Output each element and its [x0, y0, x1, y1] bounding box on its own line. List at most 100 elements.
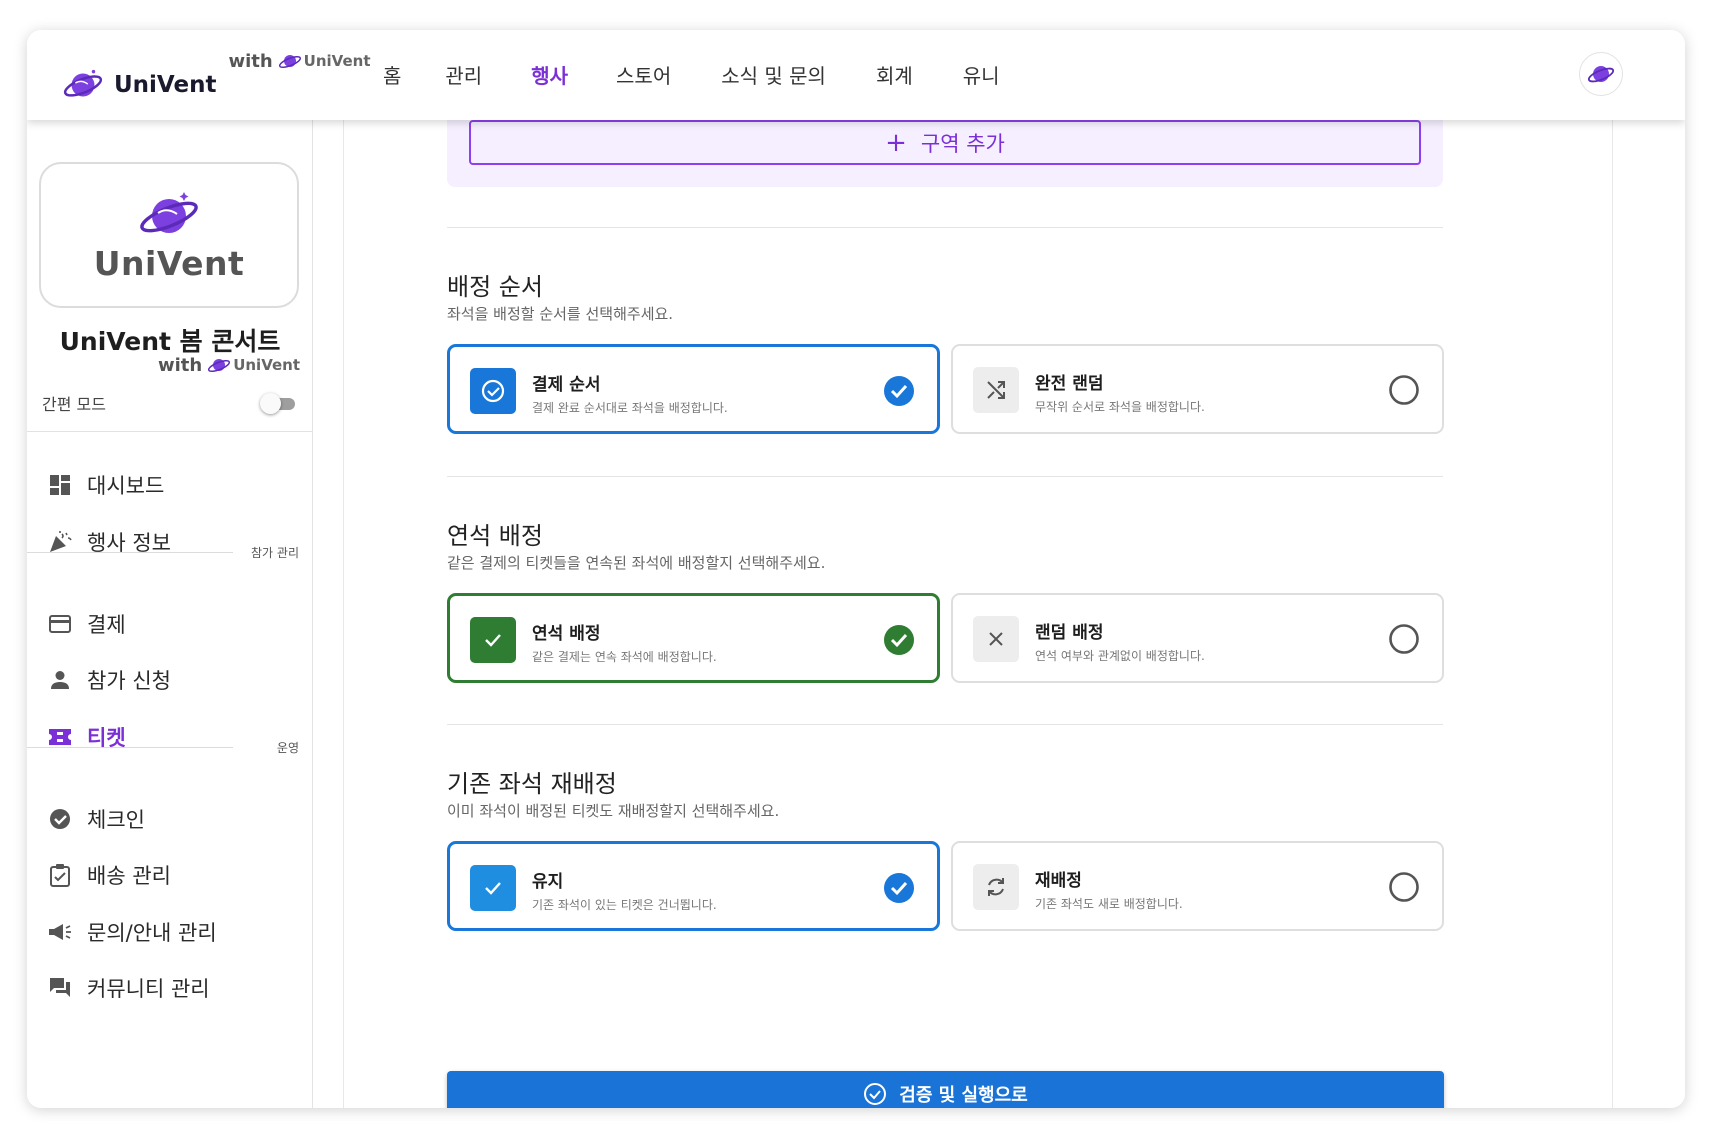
section-divider [447, 476, 1443, 477]
order-section-desc: 좌석을 배정할 순서를 선택해주세요. [447, 305, 674, 323]
toggle-knob [260, 393, 281, 414]
refresh-icon [973, 864, 1019, 910]
payment-order-icon [470, 368, 516, 414]
nav-accounting[interactable]: 회계 [876, 60, 913, 89]
event-univent-small: UniVent [233, 356, 300, 374]
add-seat-section-button[interactable]: + 구역 추가 [469, 120, 1421, 165]
option-description: 기존 좌석도 새로 배정합니다. [1035, 897, 1183, 911]
check-circle-outline-icon [864, 1083, 887, 1105]
univent-mini-logo-icon [278, 55, 301, 69]
sidebar-item-label: 체크인 [87, 808, 145, 832]
event-name: UniVent 봄 콘서트 [59, 327, 281, 356]
validate-execute-button[interactable]: 검증 및 실행으로 [447, 1071, 1444, 1108]
check-icon [470, 617, 516, 663]
section-divider [447, 724, 1443, 725]
credit-card-icon [47, 611, 73, 637]
option-contiguous[interactable]: 연석 배정 같은 결제는 연속 좌석에 배정합니다. [447, 593, 940, 683]
sidebar-item-label: 문의/안내 관리 [87, 921, 217, 945]
selected-check-icon [884, 625, 914, 655]
top-navigation-bar: UniVent with UniVent 홈 관리 행사 스토어 소식 및 문의… [27, 30, 1685, 120]
section-divider [27, 552, 233, 553]
option-full-random[interactable]: 완전 랜덤 무작위 순서로 좌석을 배정합니다. [951, 344, 1444, 434]
reassign-section-title: 기존 좌석 재배정 [447, 770, 617, 798]
univent-planet-icon [140, 192, 198, 233]
sidebar-item-label: 배송 관리 [87, 864, 171, 888]
sidebar-item-dashboard[interactable]: 대시보드 [47, 467, 164, 503]
close-icon [973, 616, 1019, 662]
section-participation: 참가 관리 [27, 544, 313, 564]
option-title: 연석 배정 [532, 624, 601, 644]
sidebar: UniVent UniVent 봄 콘서트 with UniVent 간편 모드… [27, 120, 313, 1108]
brand-with-badge: with UniVent [228, 50, 370, 72]
univent-logo-icon [63, 69, 103, 97]
option-random-assign[interactable]: 랜덤 배정 연석 여부와 관계없이 배정합니다. [951, 593, 1444, 683]
simple-mode-label: 간편 모드 [42, 395, 106, 414]
option-title: 결제 순서 [532, 375, 601, 395]
event-logo-card: UniVent [39, 162, 299, 308]
option-description: 연석 여부와 관계없이 배정합니다. [1035, 649, 1205, 663]
section-caption: 운영 [276, 741, 299, 755]
option-description: 무작위 순서로 좌석을 배정합니다. [1035, 400, 1205, 414]
sidebar-item-inquiry[interactable]: 문의/안내 관리 [47, 914, 217, 950]
option-keep[interactable]: 유지 기존 좌석이 있는 티켓은 건너뜁니다. [447, 841, 940, 931]
content-column: + 구역 추가 배정 순서 좌석을 배정할 순서를 선택해주세요. 결제 순서 … [343, 30, 1613, 1108]
event-with-text: with [157, 354, 203, 376]
radio-unselected-icon [1389, 872, 1419, 902]
nav-uni[interactable]: 유니 [963, 60, 1000, 89]
brand-with-text: with [228, 50, 273, 72]
option-title: 유지 [532, 872, 564, 892]
user-avatar[interactable] [1579, 52, 1623, 96]
sidebar-item-payment[interactable]: 결제 [47, 606, 126, 642]
brand-name: UniVent [114, 72, 217, 98]
event-with-badge: with UniVent [158, 354, 300, 376]
univent-mini-logo-icon [208, 359, 231, 373]
validate-execute-label: 검증 및 실행으로 [899, 1085, 1028, 1106]
section-divider [447, 227, 1443, 228]
main-nav: 홈 관리 행사 스토어 소식 및 문의 회계 유니 [383, 60, 1000, 89]
reassign-section-desc: 이미 좌석이 배정된 티켓도 재배정할지 선택해주세요. [447, 802, 780, 820]
option-title: 랜덤 배정 [1035, 623, 1104, 643]
nav-store[interactable]: 스토어 [616, 60, 671, 89]
simple-mode-row: 간편 모드 [42, 388, 298, 418]
sidebar-item-label: 결제 [87, 613, 126, 637]
nav-event[interactable]: 행사 [531, 60, 568, 89]
radio-unselected-icon [1389, 624, 1419, 654]
app-window: UniVent with UniVent 홈 관리 행사 스토어 소식 및 문의… [27, 30, 1685, 1108]
simple-mode-toggle[interactable] [260, 392, 298, 414]
dashboard-icon [47, 472, 73, 498]
contiguous-section-desc: 같은 결제의 티켓들을 연속된 좌석에 배정할지 선택해주세요. [447, 554, 826, 572]
nav-news-inquiry[interactable]: 소식 및 문의 [721, 60, 826, 89]
selected-check-icon [884, 376, 914, 406]
order-section-title: 배정 순서 [447, 273, 543, 301]
selected-check-icon [884, 873, 914, 903]
forum-icon [47, 975, 73, 1001]
option-title: 재배정 [1035, 871, 1082, 891]
avatar-planet-icon [1587, 66, 1615, 83]
shuffle-icon [973, 367, 1019, 413]
sidebar-item-label: 커뮤니티 관리 [87, 977, 210, 1001]
nav-management[interactable]: 관리 [445, 60, 482, 89]
sidebar-item-label: 대시보드 [87, 474, 165, 498]
sidebar-item-checkin[interactable]: 체크인 [47, 801, 145, 837]
sidebar-item-community[interactable]: 커뮤니티 관리 [47, 970, 210, 1006]
radio-unselected-icon [1389, 375, 1419, 405]
clipboard-icon [47, 862, 73, 888]
main-content: + 구역 추가 배정 순서 좌석을 배정할 순서를 선택해주세요. 결제 순서 … [313, 30, 1685, 1108]
brand-univent-small: UniVent [303, 52, 371, 70]
option-payment-order[interactable]: 결제 순서 결제 완료 순서대로 좌석을 배정합니다. [447, 344, 940, 434]
megaphone-icon [47, 919, 73, 945]
option-title: 완전 랜덤 [1035, 374, 1104, 394]
sidebar-divider [27, 431, 313, 432]
person-icon [47, 667, 73, 693]
section-divider [27, 747, 233, 748]
option-reassign[interactable]: 재배정 기존 좌석도 새로 배정합니다. [951, 841, 1444, 931]
option-description: 기존 좌석이 있는 티켓은 건너뜁니다. [532, 898, 717, 912]
brand[interactable]: UniVent with UniVent [62, 46, 370, 106]
check-circle-icon [47, 806, 73, 832]
add-seat-section-label: 구역 추가 [920, 131, 1005, 156]
sidebar-item-delivery[interactable]: 배송 관리 [47, 857, 171, 893]
logo-wordmark: UniVent [93, 244, 245, 283]
plus-icon: + [885, 127, 907, 158]
nav-home[interactable]: 홈 [383, 60, 401, 89]
sidebar-item-registration[interactable]: 참가 신청 [47, 662, 171, 698]
